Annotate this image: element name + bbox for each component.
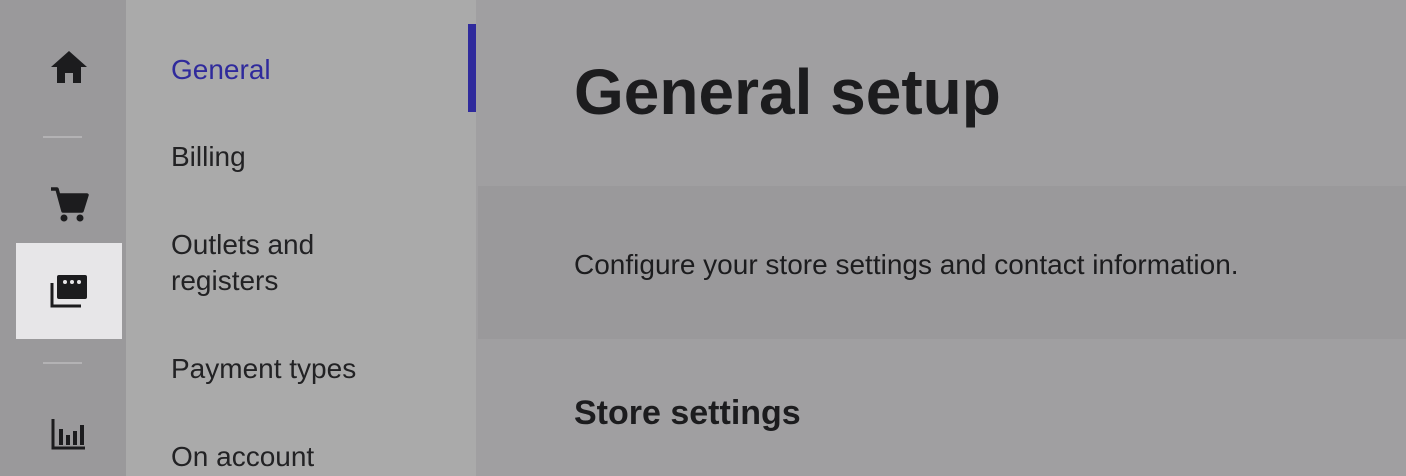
setup-icon	[50, 275, 87, 308]
reports-icon	[51, 419, 85, 450]
page-description: Configure your store settings and contac…	[574, 249, 1239, 280]
rail-divider	[43, 136, 82, 138]
app-window: General Billing Outlets and registers Pa…	[0, 0, 1406, 476]
subnav-item-on-account[interactable]: On account	[171, 439, 471, 475]
setup-subnav: General Billing Outlets and registers Pa…	[126, 0, 476, 476]
rail-item-reports[interactable]	[16, 392, 122, 476]
icon-rail	[0, 0, 126, 476]
page-title: General setup	[574, 56, 1001, 128]
section-title-store-settings: Store settings	[574, 394, 801, 432]
main-content: General setup Configure your store setti…	[478, 0, 1406, 476]
cart-icon	[51, 187, 89, 222]
rail-item-home[interactable]	[16, 28, 122, 106]
subnav-item-outlets-and-registers[interactable]: Outlets and registers	[171, 227, 371, 299]
home-icon	[51, 51, 87, 83]
rail-item-setup[interactable]	[16, 243, 122, 339]
rail-divider	[43, 362, 82, 364]
subnav-item-billing[interactable]: Billing	[171, 139, 471, 175]
active-indicator	[468, 24, 476, 112]
rail-item-sell[interactable]	[16, 166, 122, 244]
subnav-item-general[interactable]: General	[171, 52, 471, 88]
subnav-item-payment-types[interactable]: Payment types	[171, 351, 471, 387]
